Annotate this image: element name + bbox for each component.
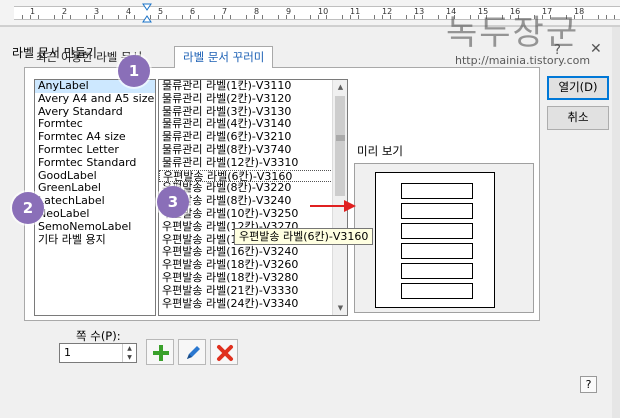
delete-icon — [217, 345, 233, 361]
pencil-icon — [187, 346, 200, 359]
preview-page — [375, 172, 495, 308]
watermark-url: http://mainia.tistory.com — [455, 54, 591, 67]
ruler-tick — [278, 15, 279, 19]
cancel-button[interactable]: 취소 — [547, 106, 609, 130]
step-badge-3: 3 — [157, 186, 189, 218]
page-count-value: 1 — [64, 346, 71, 359]
ruler-number: 6 — [190, 7, 196, 16]
scroll-thumb[interactable] — [335, 96, 345, 196]
list-item[interactable]: Formtec Letter — [35, 143, 155, 157]
list-item[interactable]: 기타 라벨 용지 — [35, 233, 155, 247]
grip-icon — [336, 135, 345, 141]
ruler-tick — [438, 15, 439, 19]
ruler-number: 2 — [62, 7, 68, 16]
ruler-tick — [166, 15, 167, 19]
ruler-tick — [230, 15, 231, 19]
list-item[interactable]: NeoLabel — [35, 207, 155, 221]
ruler-tick — [54, 15, 55, 19]
ruler-tick — [374, 15, 375, 19]
ruler-tick — [294, 15, 295, 19]
list-item[interactable]: Formtec Standard — [35, 156, 155, 170]
ruler-tick — [102, 15, 103, 19]
ruler-number: 1 — [30, 7, 36, 16]
close-icon[interactable]: ✕ — [590, 41, 602, 57]
preview-label-cell — [401, 243, 473, 259]
ruler-tick — [134, 15, 135, 19]
ruler-tick — [342, 15, 343, 19]
preview-box — [354, 163, 534, 313]
open-button[interactable]: 열기(D) — [547, 76, 609, 100]
ruler-tick — [70, 15, 71, 19]
page-count-input[interactable]: 1 ▲ ▼ — [59, 343, 137, 363]
page-count-label: 쪽 수(P): — [76, 329, 121, 343]
preview-label-cell — [401, 283, 473, 299]
plus-icon — [153, 345, 169, 361]
ruler-tick — [22, 15, 23, 19]
ruler-number: 12 — [382, 7, 393, 16]
ruler-tick — [118, 15, 119, 19]
edit-button[interactable] — [178, 339, 206, 365]
ruler-number: 4 — [126, 7, 132, 16]
ruler-tick — [182, 15, 183, 19]
ruler-tick — [198, 15, 199, 19]
step-badge-2: 2 — [12, 192, 44, 224]
ruler-tick — [214, 15, 215, 19]
spin-up-icon[interactable]: ▲ — [122, 344, 136, 353]
title-help-icon[interactable]: ? — [554, 43, 561, 58]
scroll-down-icon[interactable]: ▼ — [333, 301, 347, 315]
ruler-number: 13 — [414, 7, 425, 16]
scroll-up-icon[interactable]: ▲ — [333, 80, 347, 94]
side-strip — [612, 27, 620, 418]
list-item[interactable]: 물류관리 라벨(8칸)-V3740 — [159, 143, 347, 157]
preview-label: 미리 보기 — [357, 144, 403, 158]
ruler-tick — [406, 15, 407, 19]
ruler-tick — [614, 15, 615, 19]
spin-down-icon[interactable]: ▼ — [122, 353, 136, 362]
list-item[interactable]: 물류관리 라벨(2칸)-V3120 — [159, 92, 347, 106]
list-item[interactable]: 물류관리 라벨(1칸)-V3110 — [159, 80, 347, 93]
ruler-tick — [38, 15, 39, 19]
ruler-number: 3 — [94, 7, 100, 16]
delete-button[interactable] — [210, 339, 238, 365]
list-item[interactable]: 우편발송 라벨(24칸)-V3340 — [159, 297, 347, 311]
red-arrow-icon — [310, 200, 356, 212]
ruler-tick — [262, 15, 263, 19]
preview-label-cell — [401, 263, 473, 279]
ruler-number: 7 — [222, 7, 228, 16]
preview-label-cell — [401, 183, 473, 199]
ruler-number: 11 — [350, 7, 361, 16]
add-button[interactable] — [146, 339, 174, 365]
list-item[interactable]: 우편발송 라벨(18칸)-V3280 — [159, 271, 347, 285]
preview-label-cell — [401, 223, 473, 239]
brand-list[interactable]: AnyLabel Avery A4 and A5 size Avery Standa… — [34, 79, 156, 316]
ruler-number: 8 — [254, 7, 260, 16]
list-item[interactable]: 물류관리 라벨(12칸)-V3310 — [159, 156, 347, 170]
ruler-tick — [606, 15, 607, 19]
ruler-tick — [86, 15, 87, 19]
template-tooltip: 우편발송 라벨(6칸)-V3160 — [234, 228, 374, 245]
ruler-tick — [598, 15, 599, 19]
indent-marker-icon[interactable] — [142, 3, 152, 23]
list-item[interactable]: SemoNemoLabel — [35, 220, 155, 234]
step-badge-1: 1 — [118, 55, 150, 87]
preview-label-cell — [401, 203, 473, 219]
ruler-tick — [246, 15, 247, 19]
ruler-number: 5 — [158, 7, 164, 16]
help-button[interactable]: ? — [580, 376, 597, 393]
ruler-tick — [310, 15, 311, 19]
ruler-number: 10 — [318, 7, 329, 16]
ruler-number: 9 — [286, 7, 292, 16]
tab-label-collection[interactable]: 라벨 문서 꾸러미 — [174, 46, 274, 68]
list-item[interactable]: 우편발송 라벨(21칸)-V3330 — [159, 284, 347, 298]
list-item[interactable]: Avery A4 and A5 size — [35, 92, 155, 106]
